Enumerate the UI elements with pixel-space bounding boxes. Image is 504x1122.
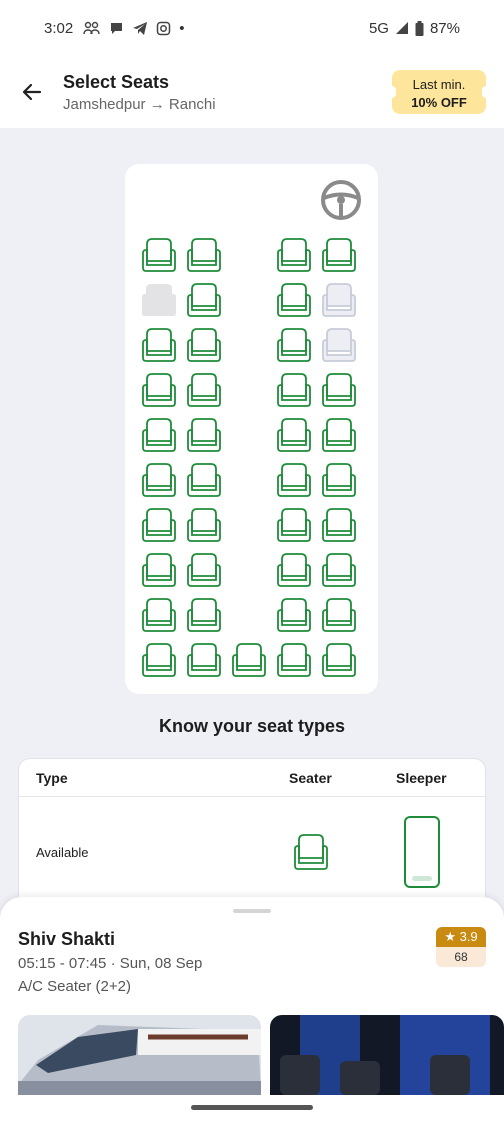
seat-available[interactable] [276,507,312,543]
seat-map [125,164,378,694]
seat-available[interactable] [321,462,357,498]
seat-available[interactable] [321,237,357,273]
seat-available[interactable] [141,417,177,453]
drag-handle[interactable] [233,909,271,913]
telegram-icon [133,21,148,35]
status-time: 3:02 [44,19,74,37]
seat-types-heading: Know your seat types [158,716,346,736]
seat-available[interactable] [141,507,177,543]
app-header: Select Seats Jamshedpur → Ranchi Last mi… [0,56,504,128]
seat-available[interactable] [141,462,177,498]
row-available-label: Available [36,845,89,860]
network-label: 5G [368,19,389,37]
table-header: Type Seater Sleeper [19,759,485,797]
seat-available[interactable] [141,372,177,408]
battery-level: 87% [429,19,460,37]
seat-booked [142,284,176,316]
seat-available[interactable] [276,642,312,678]
gesture-nav-bar[interactable] [191,1105,313,1110]
route-to: Ranchi [168,96,216,113]
back-arrow-icon[interactable] [20,80,44,104]
offer-line1: Last min. [412,77,466,92]
star-icon: ★ [444,929,456,944]
seat-available[interactable] [186,597,222,633]
sleeper-available-icon [404,816,440,888]
bus-interior-photo[interactable] [270,1015,504,1095]
col-sleeper: Sleeper [396,770,447,786]
seat-available[interactable] [186,237,222,273]
chat-icon [111,22,123,34]
seat-available[interactable] [186,327,222,363]
battery-icon [415,20,424,36]
seat-available[interactable] [141,597,177,633]
seat-available[interactable] [186,507,222,543]
seat-available[interactable] [276,372,312,408]
seat-available[interactable] [321,552,357,588]
col-seater: Seater [289,770,332,786]
route-text: Jamshedpur → Ranchi [63,96,216,113]
seat-available[interactable] [276,462,312,498]
seat-available[interactable] [276,237,312,273]
rating-value: 3.9 [459,929,478,944]
seater-available-icon [294,834,328,870]
status-bar: 3:02 • 5G 87% [0,0,504,56]
seat-available[interactable] [231,642,267,678]
seat-available[interactable] [321,597,357,633]
seat-available[interactable] [321,507,357,543]
route-arrow: → [149,96,165,113]
seat-available[interactable] [276,327,312,363]
seat-available[interactable] [141,237,177,273]
seat-available[interactable] [186,282,222,318]
seat-booked-female [322,328,356,362]
offer-line2: 10% OFF [411,95,467,110]
seat-available[interactable] [186,552,222,588]
rating-badge: ★ 3.9 68 [436,927,486,967]
group-icon [83,21,100,35]
bus-details-sheet[interactable]: Shiv Shakti 05:15 - 07:45 · Sun, 08 Sep … [0,897,504,1122]
seat-available[interactable] [321,417,357,453]
bus-type: A/C Seater (2+2) [18,978,131,995]
rating-count: 68 [436,947,486,967]
steering-wheel-icon [321,180,361,220]
offer-badge[interactable]: Last min. 10% OFF [388,70,490,114]
notification-dot: • [179,19,185,37]
seat-available[interactable] [276,417,312,453]
bus-operator-name: Shiv Shakti [18,929,116,949]
signal-icon [395,22,408,34]
instagram-icon [156,21,171,35]
bus-timing: 05:15 - 07:45 · Sun, 08 Sep [18,955,203,972]
seat-available[interactable] [141,327,177,363]
seat-available[interactable] [276,282,312,318]
seat-available[interactable] [186,642,222,678]
seat-available[interactable] [321,642,357,678]
seat-available[interactable] [186,417,222,453]
seat-available[interactable] [276,597,312,633]
seat-available[interactable] [276,552,312,588]
seat-available[interactable] [141,552,177,588]
col-type: Type [36,770,68,786]
route-from: Jamshedpur [63,96,146,113]
seat-booked-female [322,283,356,317]
bus-exterior-photo[interactable] [18,1015,261,1095]
seat-available[interactable] [141,642,177,678]
page-title: Select Seats [63,72,170,92]
seat-available[interactable] [321,372,357,408]
seat-available[interactable] [186,462,222,498]
seat-available[interactable] [186,372,222,408]
